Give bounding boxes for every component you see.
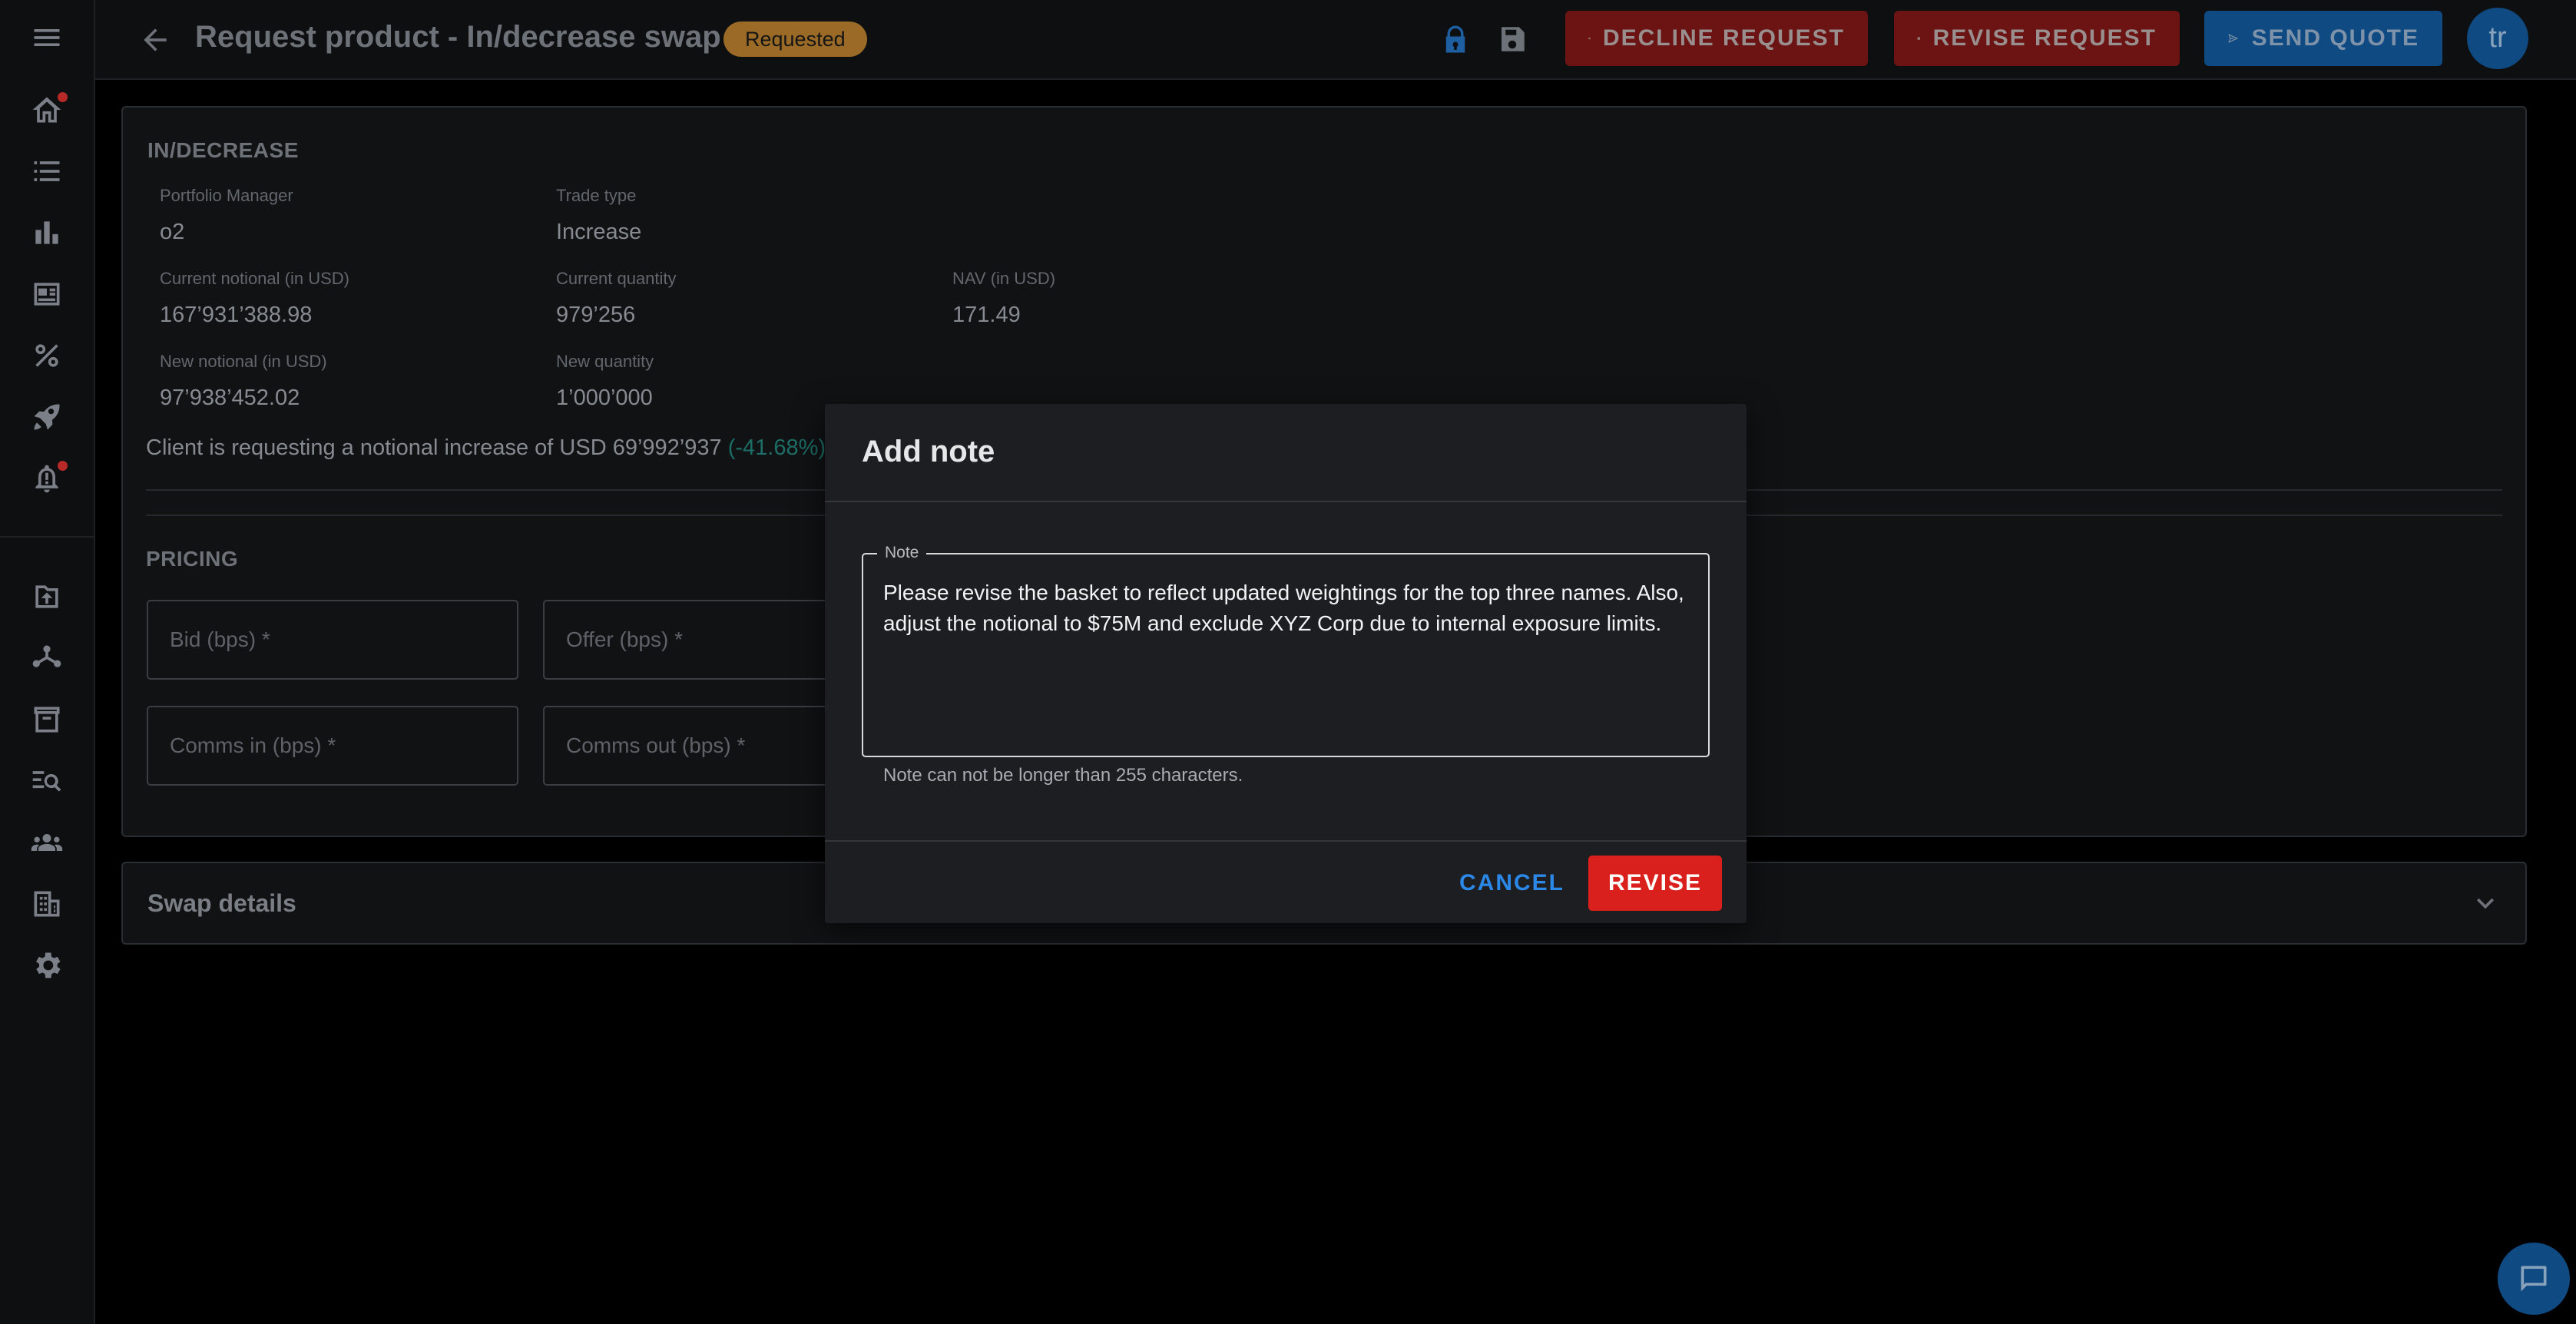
notional-change-percent: (-41.68%) (727, 435, 826, 460)
portfolio-manager-value: o2 (160, 220, 185, 244)
nav-label: NAV (in USD) (952, 269, 1056, 288)
current-quantity-value: 979’256 (556, 303, 636, 327)
comms-in-input[interactable]: Comms in (bps) * (147, 706, 518, 786)
lock-icon[interactable] (1435, 18, 1476, 60)
bar-chart-icon[interactable] (25, 210, 69, 255)
upload-icon[interactable] (25, 574, 69, 619)
revise-request-label: REVISE REQUEST (1932, 25, 2157, 51)
sidebar (0, 0, 95, 1324)
chevron-down-icon[interactable] (2468, 886, 2502, 920)
groups-icon[interactable] (25, 820, 69, 865)
current-notional-value: 167’931’388.98 (160, 303, 313, 327)
home-icon[interactable] (25, 88, 69, 132)
close-circle-icon (1588, 37, 1591, 40)
current-quantity-label: Current quantity (556, 269, 677, 288)
send-quote-button[interactable]: SEND QUOTE (2204, 11, 2442, 66)
new-notional-value: 97’938’452.02 (160, 386, 300, 410)
dialog-divider (825, 501, 1747, 502)
gear-icon[interactable] (25, 943, 69, 988)
back-arrow-icon[interactable] (134, 18, 177, 61)
top-bar: Request product - In/decrease swap Reque… (95, 0, 2576, 80)
trade-type-value: Increase (556, 220, 642, 244)
swap-details-title: Swap details (147, 889, 296, 917)
search-list-icon[interactable] (25, 759, 69, 803)
notional-change-text: Client is requesting a notional increase… (146, 435, 722, 460)
notification-dot (58, 461, 68, 471)
chat-icon (2521, 1266, 2547, 1292)
send-icon (2228, 34, 2239, 43)
bell-icon[interactable] (25, 456, 69, 501)
network-icon[interactable] (25, 636, 69, 680)
sidebar-divider (0, 536, 94, 538)
decline-request-button[interactable]: DECLINE REQUEST (1565, 11, 1868, 66)
chat-button[interactable] (2498, 1243, 2570, 1315)
indecrease-section-title: IN/DECREASE (147, 138, 299, 162)
note-textarea[interactable]: Note Please revise the basket to reflect… (862, 544, 1710, 757)
menu-icon[interactable] (25, 15, 69, 60)
bid-input[interactable]: Bid (bps) * (147, 600, 518, 680)
note-value: Please revise the basket to reflect upda… (883, 581, 1690, 635)
nav-value: 171.49 (952, 303, 1021, 327)
close-circle-icon (1917, 37, 1921, 40)
rocket-icon[interactable] (25, 395, 69, 439)
portfolio-manager-label: Portfolio Manager (160, 186, 293, 205)
current-notional-label: Current notional (in USD) (160, 269, 349, 288)
pricing-section-title: PRICING (146, 547, 239, 571)
avatar[interactable]: tr (2467, 8, 2528, 69)
add-note-dialog: Add note Note Please revise the basket t… (825, 404, 1747, 923)
page-title: Request product - In/decrease swap (195, 20, 721, 54)
notification-dot (58, 92, 68, 102)
send-quote-label: SEND QUOTE (2251, 25, 2419, 51)
new-notional-label: New notional (in USD) (160, 352, 327, 371)
newspaper-icon[interactable] (25, 272, 69, 316)
building-icon[interactable] (25, 882, 69, 926)
status-badge: Requested (723, 22, 867, 57)
revise-request-button[interactable]: REVISE REQUEST (1894, 11, 2180, 66)
cancel-button[interactable]: CANCEL (1459, 856, 1563, 911)
save-icon[interactable] (1492, 18, 1533, 60)
new-quantity-value: 1’000’000 (556, 386, 653, 410)
revise-button[interactable]: REVISE (1588, 856, 1722, 911)
new-quantity-label: New quantity (556, 352, 654, 371)
notional-change-summary: Client is requesting a notional increase… (146, 435, 826, 461)
list-icon[interactable] (25, 149, 69, 194)
dialog-title: Add note (862, 435, 995, 468)
percent-icon[interactable] (25, 333, 69, 378)
decline-request-label: DECLINE REQUEST (1602, 25, 1845, 51)
note-label: Note (877, 544, 927, 562)
note-helper-text: Note can not be longer than 255 characte… (883, 765, 1243, 786)
dialog-divider (825, 840, 1747, 842)
trade-type-label: Trade type (556, 186, 637, 205)
archive-icon[interactable] (25, 697, 69, 742)
